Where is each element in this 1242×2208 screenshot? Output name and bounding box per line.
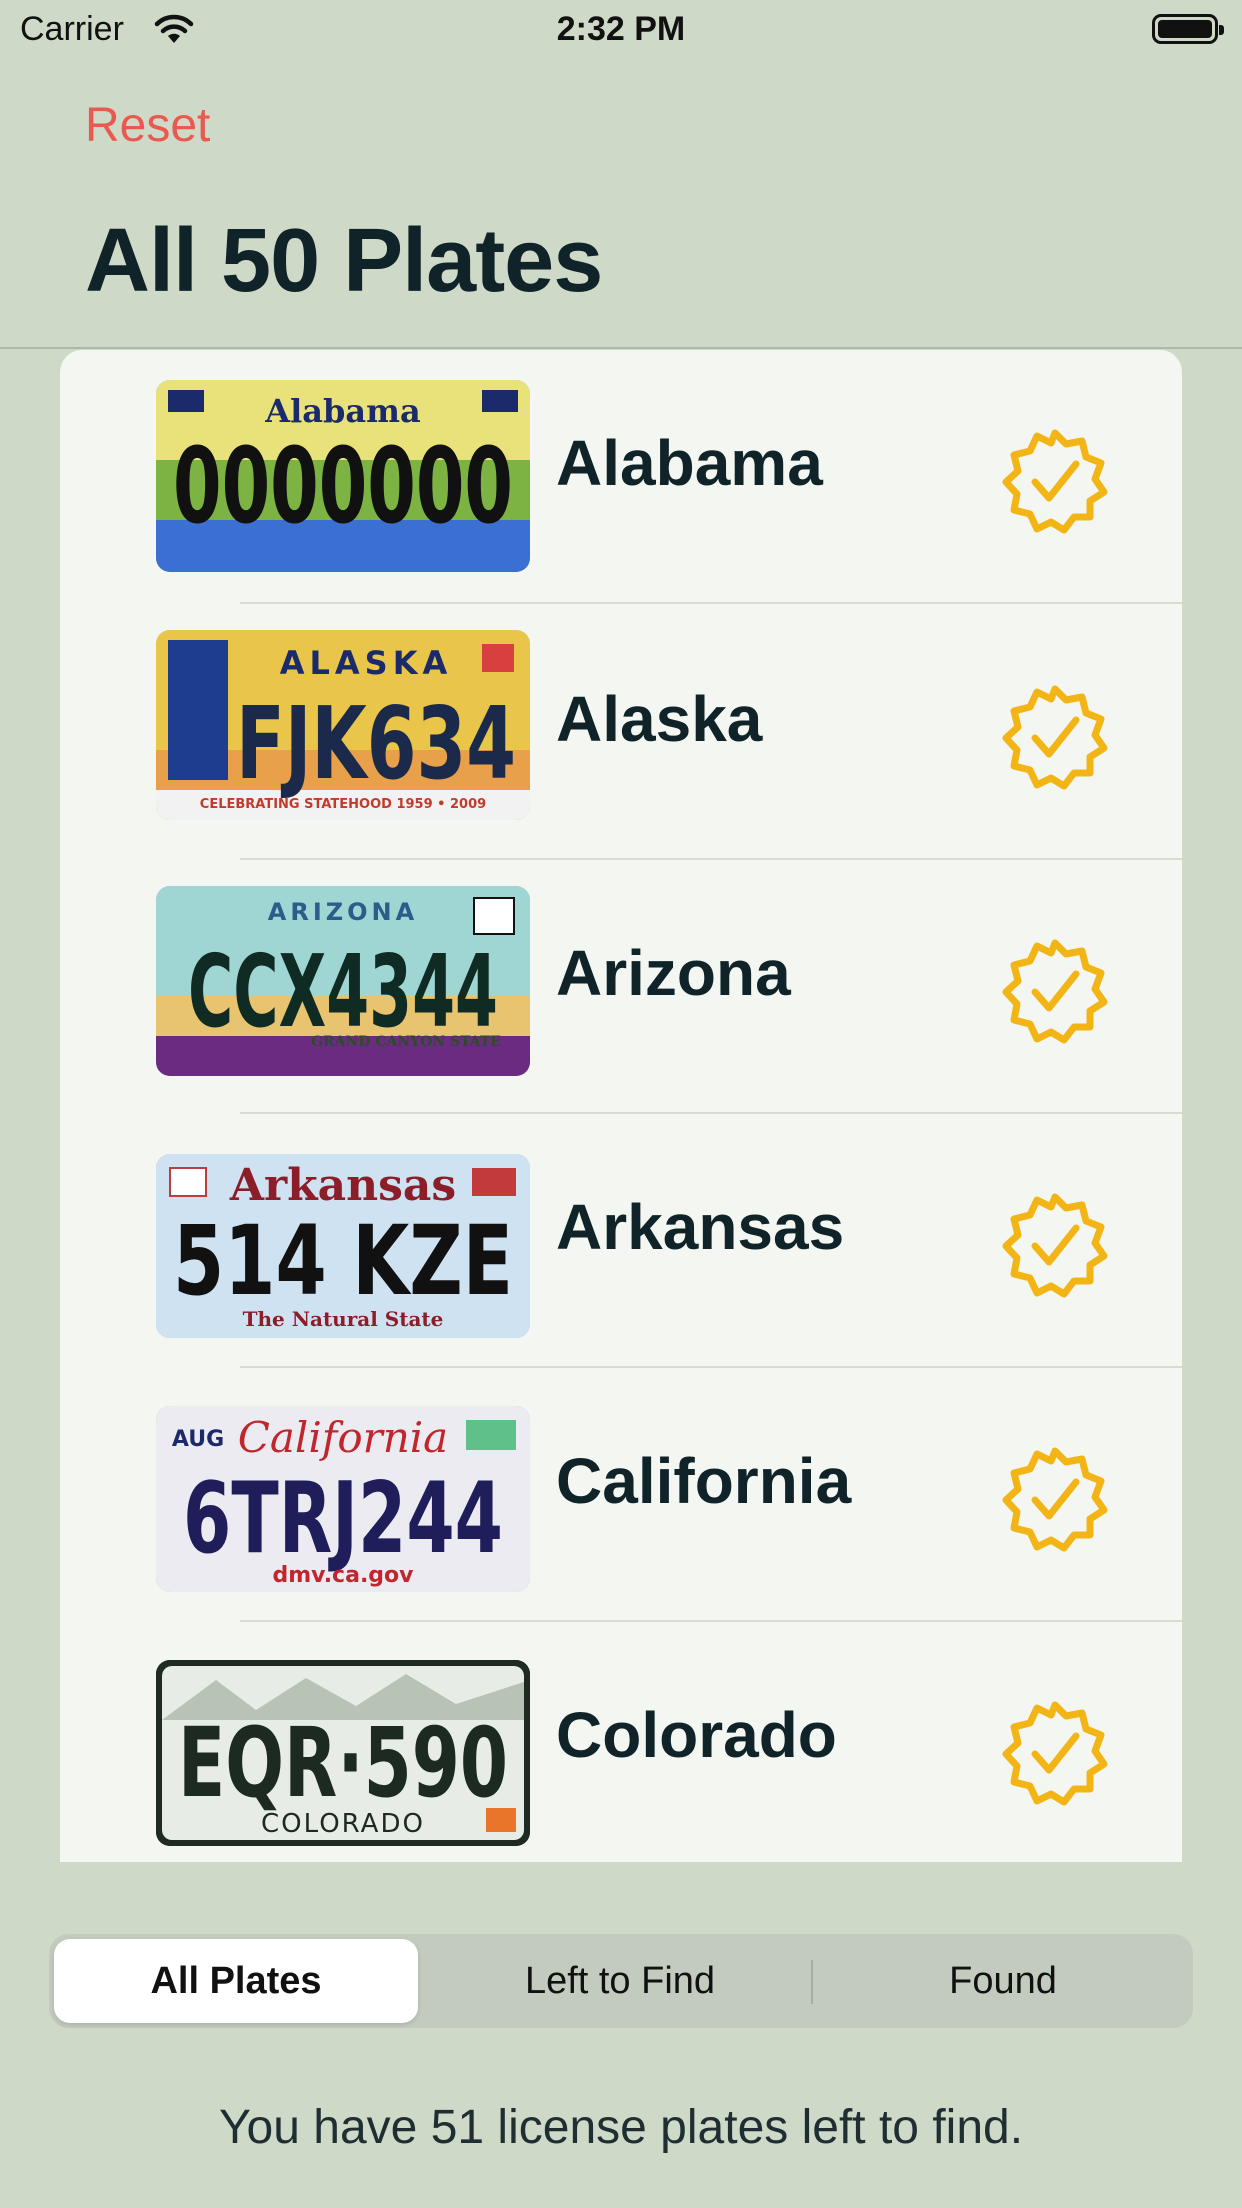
state-name: Arizona bbox=[556, 937, 791, 1009]
found-badge-icon[interactable] bbox=[1000, 1190, 1110, 1300]
plate-image-colorado: EQR·590 COLORADO bbox=[156, 1660, 530, 1846]
state-name: Arkansas bbox=[556, 1191, 845, 1263]
state-name: Alaska bbox=[556, 683, 763, 755]
plate-row-alaska[interactable]: ALASKA FJK634 CELEBRATING STATEHOOD 1959… bbox=[60, 606, 1182, 860]
plate-row-california[interactable]: AUG California 6TRJ244 dmv.ca.gov Califo… bbox=[60, 1368, 1182, 1622]
plate-header-text: ARIZONA bbox=[268, 898, 418, 926]
plate-row-colorado[interactable]: EQR·590 COLORADO Colorado bbox=[60, 1622, 1182, 1862]
state-name: Alabama bbox=[556, 427, 823, 499]
found-badge-icon[interactable] bbox=[1000, 426, 1110, 536]
plate-row-alabama[interactable]: Alabama 0000000 Alabama bbox=[60, 350, 1182, 604]
plate-image-arkansas: Arkansas 514 KZE The Natural State bbox=[156, 1154, 530, 1338]
found-badge-icon[interactable] bbox=[1000, 1444, 1110, 1554]
state-name: California bbox=[556, 1445, 852, 1517]
plate-footer-text: GRAND CANYON STATE bbox=[311, 1034, 501, 1050]
plates-list[interactable]: Alabama 0000000 Alabama ALASKA FJK634 CE… bbox=[60, 350, 1182, 1862]
state-name: Colorado bbox=[556, 1699, 837, 1771]
reset-button[interactable]: Reset bbox=[85, 98, 210, 153]
plate-footer-text: CELEBRATING STATEHOOD 1959 • 2009 bbox=[200, 797, 486, 812]
plate-header-text: ALASKA bbox=[280, 644, 453, 682]
plate-image-alabama: Alabama 0000000 bbox=[156, 380, 530, 572]
segment-left-to-find[interactable]: Left to Find bbox=[438, 1939, 802, 2023]
plate-number-text: CCX4344 bbox=[188, 933, 498, 1050]
plate-row-arizona[interactable]: ARIZONA CCX4344 GRAND CANYON STATE Arizo… bbox=[60, 860, 1182, 1114]
segment-all-plates[interactable]: All Plates bbox=[54, 1939, 418, 2023]
plate-number-text: 6TRJ244 bbox=[183, 1462, 503, 1576]
found-badge-icon[interactable] bbox=[1000, 682, 1110, 792]
plate-image-alaska: ALASKA FJK634 CELEBRATING STATEHOOD 1959… bbox=[156, 630, 530, 820]
plate-number-text: FJK634 bbox=[236, 685, 516, 802]
plate-footer-text: dmv.ca.gov bbox=[272, 1563, 414, 1588]
plate-image-california: AUG California 6TRJ244 dmv.ca.gov bbox=[156, 1406, 530, 1592]
segment-found[interactable]: Found bbox=[821, 1939, 1185, 2023]
page-title: All 50 Plates bbox=[85, 211, 603, 311]
plate-footer-text: The Natural State bbox=[243, 1307, 444, 1331]
segment-divider bbox=[811, 1960, 813, 2004]
clock: 2:32 PM bbox=[556, 10, 686, 48]
filter-segmented-control[interactable]: All Plates Left to Find Found bbox=[49, 1934, 1193, 2028]
plate-number-text: EQR·590 bbox=[178, 1707, 508, 1819]
plate-header-text: Arkansas bbox=[229, 1160, 456, 1211]
plate-number-text: 0000000 bbox=[173, 425, 513, 547]
svg-text:AUG: AUG bbox=[172, 1427, 224, 1452]
plate-header-text: California bbox=[238, 1413, 448, 1462]
found-badge-icon[interactable] bbox=[1000, 1698, 1110, 1808]
plates-remaining-message: You have 51 license plates left to find. bbox=[218, 2101, 1024, 2154]
found-badge-icon[interactable] bbox=[1000, 936, 1110, 1046]
plate-row-arkansas[interactable]: Arkansas 514 KZE The Natural State Arkan… bbox=[60, 1114, 1182, 1368]
header-divider bbox=[0, 347, 1242, 349]
status-bar: Carrier 2:32 PM bbox=[0, 0, 1242, 62]
row-separator bbox=[240, 602, 1182, 604]
plate-image-arizona: ARIZONA CCX4344 GRAND CANYON STATE bbox=[156, 886, 530, 1076]
battery-icon bbox=[1152, 14, 1224, 44]
plate-footer-text: COLORADO bbox=[261, 1809, 425, 1839]
plate-number-text: 514 KZE bbox=[173, 1205, 513, 1317]
